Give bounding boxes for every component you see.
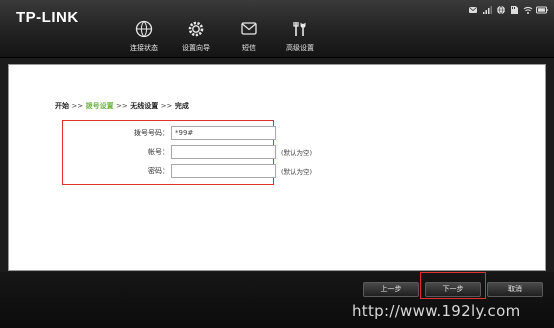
nav-label: 设置向导 — [182, 44, 210, 52]
wizard-panel: 开始 >> 拨号设置 >> 无线设置 >> 完成 拨号号码： 帐号： (默认为空… — [8, 64, 546, 271]
message-icon — [469, 7, 477, 13]
dial-number-input[interactable] — [171, 126, 276, 140]
prev-button[interactable]: 上一步 — [363, 282, 419, 297]
breadcrumb-dial-settings: 拨号设置 — [85, 102, 114, 110]
breadcrumb-wireless-settings: 无线设置 — [130, 102, 159, 110]
signal-icon — [483, 6, 492, 14]
globe-icon — [135, 20, 153, 38]
nav-label: 连接状态 — [130, 44, 158, 52]
next-highlight — [420, 272, 486, 299]
breadcrumb-start: 开始 — [55, 102, 69, 110]
password-input[interactable] — [171, 164, 276, 178]
form-highlight: 拨号号码： 帐号： (默认为空) 密码： (默认为空) — [62, 120, 312, 185]
account-input[interactable] — [171, 145, 276, 159]
account-hint: (默认为空) — [281, 149, 313, 157]
top-header: TP-LINK 连接状态 设置向导 短信 高级设置 — [0, 0, 554, 58]
watermark: http://www.192ly.com — [352, 302, 521, 320]
dial-number-label: 拨号号码： — [134, 129, 169, 137]
breadcrumb-separator: >> — [116, 102, 128, 110]
password-label: 密码： — [148, 167, 169, 175]
breadcrumb-separator: >> — [71, 102, 84, 110]
account-label: 帐号： — [148, 148, 169, 156]
cancel-button[interactable]: 取消 — [487, 282, 543, 297]
globe-status-icon — [497, 5, 505, 15]
breadcrumb-done: 完成 — [174, 102, 189, 110]
sd-card-icon — [511, 6, 518, 14]
password-hint: (默认为空) — [281, 168, 313, 176]
wifi-icon — [523, 6, 533, 14]
nav-advanced-settings[interactable]: 高级设置 — [270, 20, 330, 58]
gear-icon — [188, 21, 204, 37]
tools-icon — [293, 22, 306, 36]
breadcrumb: 开始 >> 拨号设置 >> 无线设置 >> 完成 — [55, 101, 189, 111]
account-row: 帐号： (默认为空) — [63, 145, 323, 161]
nav-connection-status[interactable]: 连接状态 — [114, 20, 174, 58]
breadcrumb-separator: >> — [160, 102, 173, 110]
dial-number-row: 拨号号码： — [63, 126, 323, 142]
envelope-icon — [241, 22, 257, 35]
nav-setup-wizard[interactable]: 设置向导 — [166, 20, 226, 58]
main-nav: 连接状态 设置向导 短信 高级设置 — [0, 20, 554, 58]
battery-icon — [536, 6, 548, 14]
nav-label: 高级设置 — [286, 44, 314, 52]
password-row: 密码： (默认为空) — [63, 164, 323, 180]
